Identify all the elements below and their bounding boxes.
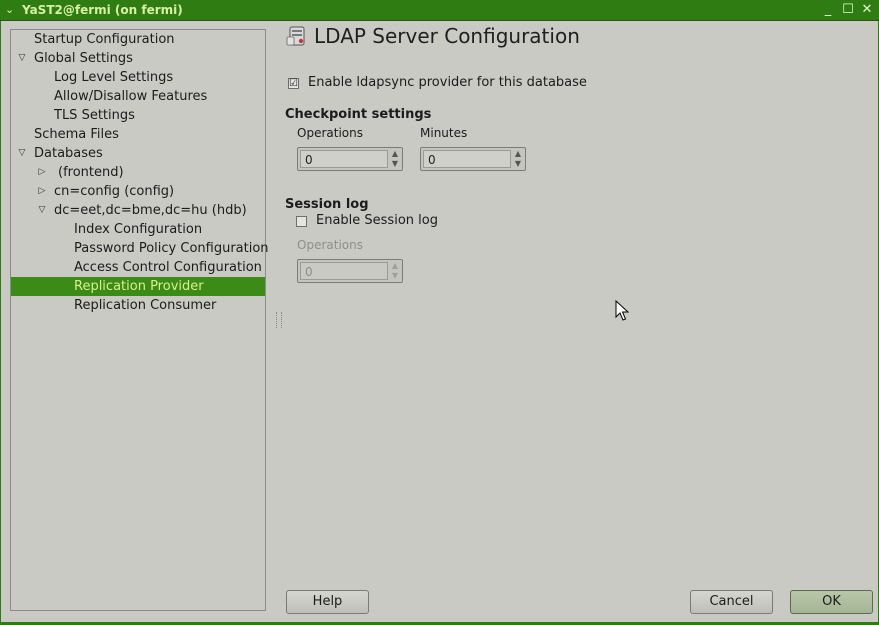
collapse-icon[interactable]: ▽ [36, 201, 48, 220]
tree-item-allow-disallow-features[interactable]: Allow/Disallow Features [11, 87, 265, 106]
checkpoint-minutes-value[interactable]: 0 [423, 150, 511, 168]
spin-down-icon: ▼ [391, 271, 399, 280]
enable-session-log-label[interactable]: Enable Session log [316, 213, 438, 228]
spin-up-icon[interactable]: ▲ [512, 149, 524, 159]
tree-item-label: Schema Files [34, 127, 119, 142]
tree-item-database-hdb[interactable]: ▽ dc=eet,dc=bme,dc=hu (hdb) [11, 201, 265, 220]
tree-item-label: cn=config (config) [54, 184, 175, 199]
tree-item-label: TLS Settings [54, 108, 135, 123]
tree-item-frontend[interactable]: ▷ (frontend) [11, 163, 265, 182]
tree-item-global-settings[interactable]: ▽ Global Settings [11, 49, 265, 68]
spin-down-icon[interactable]: ▼ [389, 159, 401, 169]
tree-item-label: Replication Provider [74, 279, 204, 294]
tree-item-label: Password Policy Configuration [74, 241, 269, 256]
checkpoint-minutes-spinbox[interactable]: 0 ▲ ▼ [420, 147, 526, 171]
session-log-operations-value: 0 [300, 262, 388, 280]
window-titlebar: ⌄ YaST2@fermi (on fermi) _ ☐ ✕ [0, 0, 879, 21]
checkpoint-operations-value[interactable]: 0 [300, 150, 388, 168]
mouse-pointer-icon [615, 300, 629, 321]
expand-icon[interactable]: ▷ [36, 182, 48, 201]
navigation-tree[interactable]: Startup Configuration ▽ Global Settings … [10, 29, 269, 611]
close-icon[interactable]: ✕ [859, 2, 875, 18]
tree-item-tls-settings[interactable]: TLS Settings [11, 106, 265, 125]
ok-button[interactable]: OK [790, 590, 873, 614]
session-log-operations-label: Operations [297, 238, 363, 252]
tree-item-label: Global Settings [34, 51, 133, 66]
splitter-handle[interactable] [276, 312, 282, 328]
tree-item-replication-provider[interactable]: Replication Provider [11, 277, 265, 296]
maximize-icon[interactable]: ☐ [840, 2, 856, 18]
session-log-operations-spinbox: 0 ▲ ▼ [297, 259, 403, 283]
session-log-title: Session log [285, 197, 369, 212]
minimize-icon[interactable]: _ [820, 2, 836, 18]
tree-item-log-level-settings[interactable]: Log Level Settings [11, 68, 265, 87]
spin-up-icon: ▲ [391, 261, 399, 270]
page-title: LDAP Server Configuration [314, 24, 580, 48]
enable-session-log-checkbox[interactable] [296, 216, 307, 227]
tree-item-label: Allow/Disallow Features [54, 89, 208, 104]
tree-item-password-policy-configuration[interactable]: Password Policy Configuration [11, 239, 269, 258]
spin-down-icon[interactable]: ▼ [512, 159, 524, 169]
enable-ldapsync-label[interactable]: Enable ldapsync provider for this databa… [308, 75, 587, 90]
cancel-button[interactable]: Cancel [690, 590, 773, 614]
tree-item-label: (frontend) [58, 165, 124, 180]
checkpoint-settings-title: Checkpoint settings [285, 107, 432, 122]
tree-item-access-control-configuration[interactable]: Access Control Configuration [11, 258, 265, 277]
tree-item-startup-configuration[interactable]: Startup Configuration [11, 30, 265, 49]
tree-item-label: Startup Configuration [34, 32, 175, 47]
tree-item-replication-consumer[interactable]: Replication Consumer [11, 296, 265, 315]
help-button[interactable]: Help [286, 590, 369, 614]
window-menu-icon[interactable]: ⌄ [5, 3, 14, 16]
enable-ldapsync-checkbox[interactable]: ☑ [288, 78, 299, 89]
spin-up-icon[interactable]: ▲ [389, 149, 401, 159]
checkpoint-operations-label: Operations [297, 126, 363, 140]
collapse-icon[interactable]: ▽ [16, 144, 28, 163]
tree-item-label: Index Configuration [74, 222, 203, 237]
tree-item-label: dc=eet,dc=bme,dc=hu (hdb) [54, 203, 247, 218]
tree-item-label: Replication Consumer [74, 298, 217, 313]
checkpoint-minutes-label: Minutes [420, 126, 468, 140]
tree-item-label: Access Control Configuration [74, 260, 262, 275]
tree-item-databases[interactable]: ▽ Databases [11, 144, 265, 163]
tree-item-index-configuration[interactable]: Index Configuration [11, 220, 265, 239]
expand-icon[interactable]: ▷ [36, 163, 48, 182]
tree-item-label: Databases [34, 146, 103, 161]
ldap-server-icon [286, 26, 305, 46]
tree-item-schema-files[interactable]: Schema Files [11, 125, 265, 144]
tree-item-label: Log Level Settings [54, 70, 174, 85]
tree-item-cn-config[interactable]: ▷ cn=config (config) [11, 182, 265, 201]
checkpoint-operations-spinbox[interactable]: 0 ▲ ▼ [297, 147, 403, 171]
window-title: YaST2@fermi (on fermi) [22, 3, 183, 17]
collapse-icon[interactable]: ▽ [16, 49, 28, 68]
